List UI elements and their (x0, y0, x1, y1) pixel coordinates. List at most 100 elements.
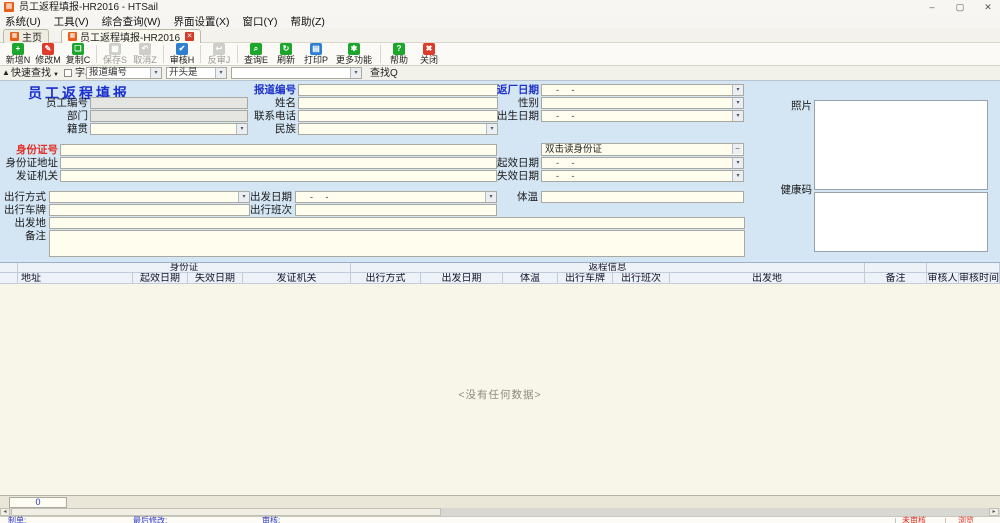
audit-button[interactable]: ✔ 审核H (167, 43, 197, 65)
status-bar: 制单: 最后修改: 审核: 未审核 浏览 (0, 516, 1000, 523)
toolbar-separator (200, 45, 201, 63)
chevron-down-icon[interactable]: ▾ (732, 171, 743, 181)
col-origin[interactable]: 出发地 (670, 273, 865, 284)
unaudit-button: ↩ 反审J (204, 43, 234, 65)
field-compare-checkbox[interactable] (64, 69, 72, 77)
query-button[interactable]: ⌕ 查询E (241, 43, 271, 65)
label-report-no: 报道编号 (250, 84, 296, 97)
col-depart-date[interactable]: 出发日期 (421, 273, 503, 284)
origin-input[interactable] (49, 217, 745, 229)
print-button[interactable]: ▤ 打印P (301, 43, 331, 65)
chevron-down-icon[interactable]: ▾ (732, 85, 743, 95)
menu-query[interactable]: 综合查询(W) (102, 14, 161, 29)
chevron-down-icon[interactable]: ▾ (215, 68, 226, 78)
chevron-down-icon[interactable]: ▾ (486, 124, 497, 134)
chevron-down-icon[interactable]: ▾ (732, 158, 743, 168)
help-button[interactable]: ? 帮助 (384, 43, 414, 65)
maximize-button[interactable]: ▢ (948, 0, 972, 15)
chevron-down-icon[interactable]: ▾ (150, 68, 161, 78)
scroll-right-icon[interactable]: ▸ (989, 508, 999, 516)
plate-input[interactable] (49, 204, 250, 216)
col-temperature[interactable]: 体温 (503, 273, 558, 284)
id-no-input[interactable] (60, 144, 497, 156)
chevron-down-icon[interactable]: ▾ (350, 68, 361, 78)
col-audit-time[interactable]: 审核时间 (959, 273, 1000, 284)
birth-date-select[interactable]: - - ▾ (541, 110, 744, 122)
label-phone: 联系电话 (250, 110, 296, 123)
label-origin: 出发地 (0, 217, 46, 230)
tab-return-form-label: 员工返程填报-HR2016 (80, 29, 180, 44)
collapse-icon[interactable]: ▲ (2, 66, 10, 79)
copy-button[interactable]: ❏ 复制C (63, 43, 93, 65)
tab-home-label: 主页 (22, 29, 42, 44)
close-page-button[interactable]: ✖ 关闭 (414, 43, 444, 65)
tab-home[interactable]: ▦ 主页 (3, 29, 49, 43)
quick-search-label: 快速查找 (11, 67, 51, 80)
refresh-button[interactable]: ↻ 刷新 (271, 43, 301, 65)
col-address[interactable]: 地址 (18, 273, 133, 284)
menu-ui-settings[interactable]: 界面设置(X) (173, 14, 229, 29)
health-code-box (814, 192, 988, 252)
horizontal-scrollbar[interactable]: ◂ ▸ (0, 508, 1000, 516)
id-addr-input[interactable] (60, 157, 497, 169)
grid-header-row: 地址 起效日期 失效日期 发证机关 出行方式 出发日期 体温 出行车牌 出行班次… (0, 273, 1000, 284)
toolbar-separator (96, 45, 97, 63)
minus-icon[interactable]: − (732, 144, 742, 154)
chevron-down-icon[interactable]: ▾ (236, 124, 247, 134)
find-button[interactable]: 查找Q (370, 67, 398, 80)
valid-to-select[interactable]: - - ▾ (541, 170, 744, 182)
close-window-button[interactable]: ✕ (976, 0, 1000, 15)
col-travel-mode[interactable]: 出行方式 (351, 273, 421, 284)
shift-input[interactable] (295, 204, 497, 216)
ethnic-select[interactable]: ▾ (298, 123, 498, 135)
phone-input[interactable] (298, 110, 498, 122)
remark-textarea[interactable] (49, 230, 745, 257)
return-arrow-icon: ↩ (213, 43, 225, 55)
read-id-card-box[interactable]: 双击读身份证 − (541, 143, 744, 156)
modify-button[interactable]: ✎ 修改M (33, 43, 63, 65)
col-auditor[interactable]: 审核人 (927, 273, 959, 284)
tab-return-form[interactable]: ▦ 员工返程填报-HR2016 ✕ (61, 29, 201, 43)
group-id-card: 身份证 (18, 263, 351, 273)
chevron-down-icon[interactable]: ▾ (732, 111, 743, 121)
valid-from-select[interactable]: - - ▾ (541, 157, 744, 169)
col-plate[interactable]: 出行车牌 (558, 273, 613, 284)
search-field-select[interactable]: 报道编号 ▾ (86, 67, 162, 79)
name-input[interactable] (298, 97, 498, 109)
report-no-input[interactable] (298, 84, 498, 96)
menu-help[interactable]: 帮助(Z) (290, 14, 324, 29)
record-count-tab[interactable]: 0 (9, 497, 67, 508)
col-valid-from[interactable]: 起效日期 (133, 273, 188, 284)
tab-close-icon[interactable]: ✕ (185, 32, 194, 41)
chevron-down-icon[interactable]: ▾ (732, 98, 743, 108)
cancel-button: ↶ 取消Z (130, 43, 160, 65)
toolbar-separator (163, 45, 164, 63)
temperature-input[interactable] (541, 191, 744, 203)
menu-window[interactable]: 窗口(Y) (242, 14, 277, 29)
native-place-select[interactable]: ▾ (90, 123, 248, 135)
menu-bar: 系统(U) 工具(V) 综合查询(W) 界面设置(X) 窗口(Y) 帮助(Z) (0, 15, 1000, 28)
new-button[interactable]: + 新增N (3, 43, 33, 65)
col-remark[interactable]: 备注 (865, 273, 927, 284)
menu-tools[interactable]: 工具(V) (54, 14, 89, 29)
travel-mode-select[interactable]: ▾ (49, 191, 250, 203)
scroll-left-icon[interactable]: ◂ (0, 508, 10, 516)
return-date-select[interactable]: - - ▾ (541, 84, 744, 96)
minimize-button[interactable]: – (920, 0, 944, 15)
col-issuer[interactable]: 发证机关 (243, 273, 351, 284)
scrollbar-thumb[interactable] (11, 508, 441, 516)
help-icon: ? (393, 43, 405, 55)
status-separator (895, 518, 896, 523)
label-photo: 照片 (770, 100, 812, 113)
issuer-input[interactable] (60, 170, 497, 182)
undo-icon: ↶ (139, 43, 151, 55)
menu-system[interactable]: 系统(U) (5, 14, 41, 29)
dept-input (90, 110, 248, 122)
search-value-input[interactable]: ▾ (231, 67, 362, 79)
search-operator-select[interactable]: 开头是 ▾ (166, 67, 227, 79)
col-valid-to[interactable]: 失效日期 (188, 273, 243, 284)
more-functions-button[interactable]: ✱ 更多功能 (331, 43, 377, 65)
col-shift[interactable]: 出行班次 (613, 273, 670, 284)
depart-date-select[interactable]: - - ▾ (295, 191, 497, 203)
gender-select[interactable]: ▾ (541, 97, 744, 109)
